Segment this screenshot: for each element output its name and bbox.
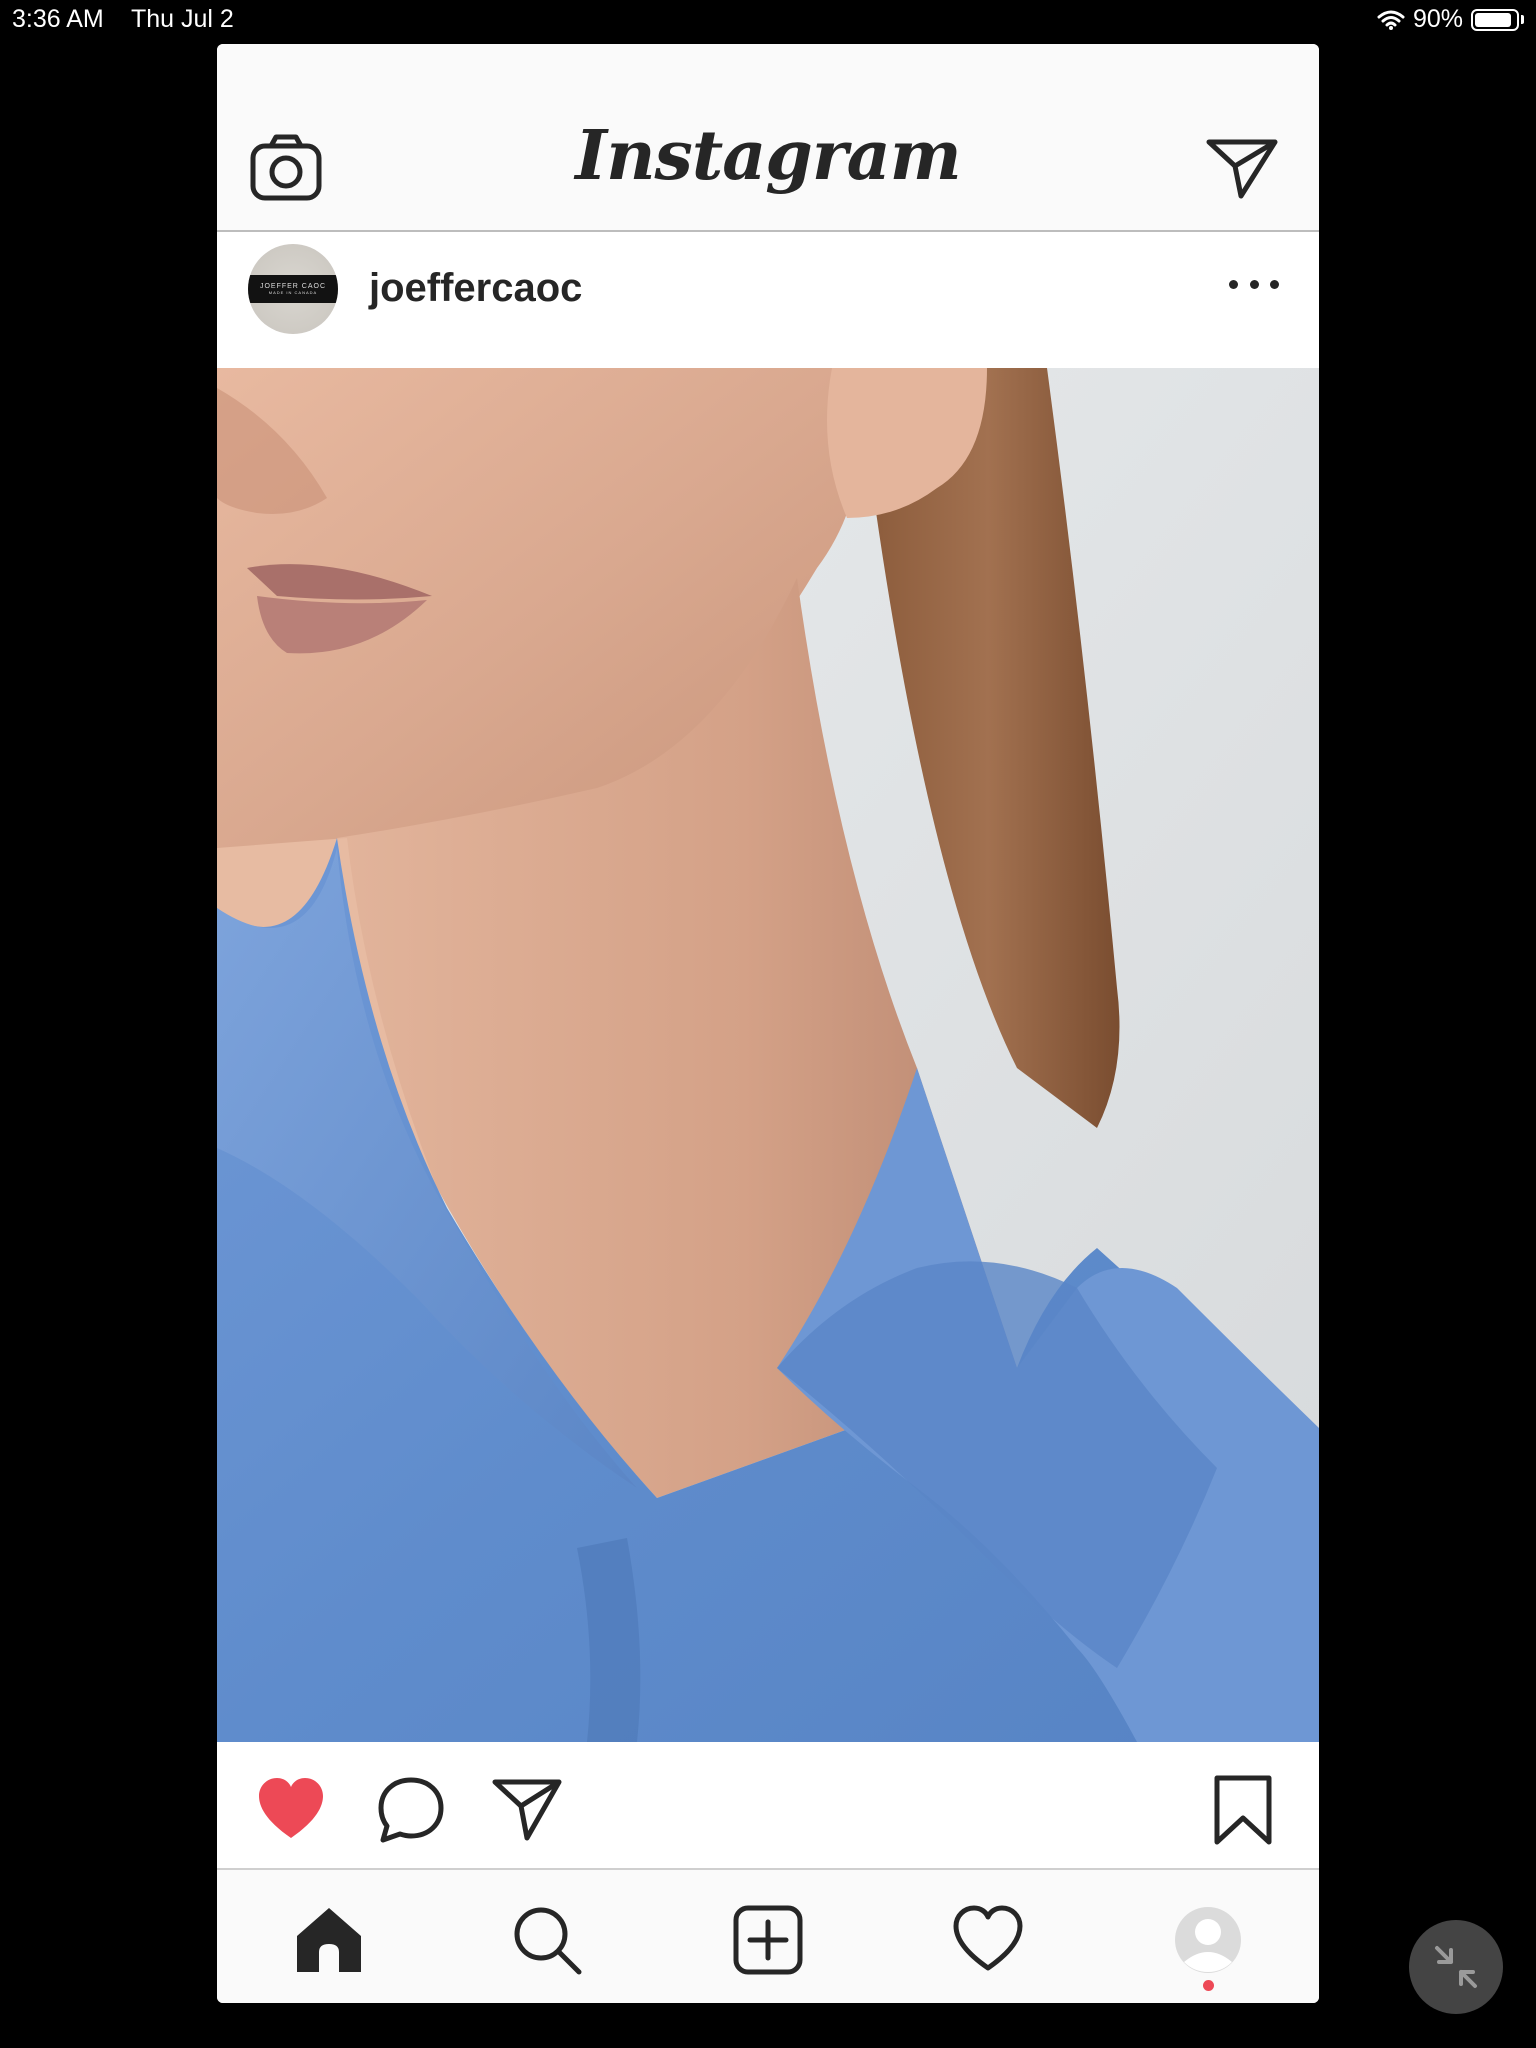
collapse-arrows-icon (1435, 1946, 1477, 1988)
add-post-icon[interactable] (732, 1904, 804, 1976)
app-header: Instagram (217, 44, 1319, 232)
status-right: 90% (1377, 5, 1524, 34)
avatar[interactable]: JOEFFER CAOC MADE IN CANADA (248, 244, 338, 334)
status-bar: 3:36 AM Thu Jul 2 90% (0, 0, 1536, 40)
dot (1249, 279, 1259, 289)
battery-percent: 90% (1412, 5, 1463, 33)
avatar-text: JOEFFER CAOC (259, 283, 327, 290)
dot (1270, 279, 1279, 289)
bottom-tab-bar (217, 1870, 1319, 2003)
bookmark-icon[interactable] (1207, 1774, 1279, 1846)
profile-icon[interactable] (1172, 1904, 1244, 1976)
post-header: JOEFFER CAOC MADE IN CANADA joeffercaoc (217, 232, 1319, 368)
post-photo[interactable] (217, 368, 1319, 1742)
wifi-icon (1377, 10, 1405, 30)
avatar-subtext: MADE IN CANADA (268, 290, 318, 295)
status-date: Thu Jul 2 (131, 5, 234, 33)
home-icon[interactable] (293, 1904, 365, 1976)
activity-heart-icon[interactable] (952, 1904, 1024, 1976)
comment-icon[interactable] (375, 1774, 447, 1846)
dot (1229, 279, 1238, 289)
direct-message-icon[interactable] (1205, 132, 1279, 206)
more-options-icon[interactable] (1229, 274, 1279, 294)
notification-dot (1203, 1980, 1214, 1991)
instagram-logo[interactable]: Instagram (217, 116, 1319, 196)
minimize-button[interactable] (1409, 1920, 1503, 2014)
search-icon[interactable] (511, 1904, 583, 1976)
avatar-label: JOEFFER CAOC MADE IN CANADA (248, 275, 338, 303)
like-heart-icon[interactable] (255, 1774, 327, 1846)
status-time: 3:36 AM (12, 5, 104, 33)
post-actions (217, 1742, 1319, 1870)
post-username[interactable]: joeffercaoc (369, 266, 582, 311)
battery-tip (1521, 15, 1524, 24)
share-icon[interactable] (491, 1774, 563, 1846)
battery-icon (1471, 8, 1519, 31)
app-window: Instagram JOEFFER CAOC MADE IN CANADA jo… (217, 44, 1319, 2003)
battery-level (1475, 12, 1511, 27)
